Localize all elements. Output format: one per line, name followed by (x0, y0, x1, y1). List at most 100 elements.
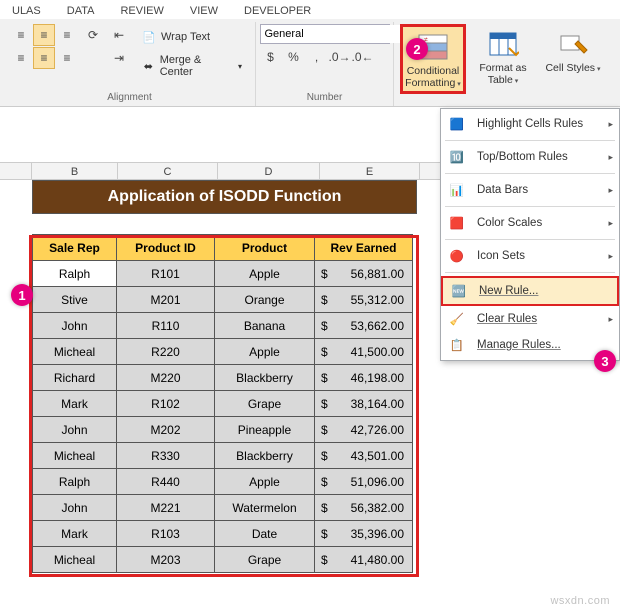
menu-highlight-cells-rules[interactable]: 🟦Highlight Cells Rules▸ (441, 111, 619, 137)
align-bottom-icon[interactable]: ≡ (56, 24, 78, 46)
cell-rep[interactable]: Mark (33, 521, 117, 547)
table-row[interactable]: JohnM202Pineapple$42,726.00 (33, 417, 413, 443)
menu-color-scales[interactable]: 🟥Color Scales▸ (441, 210, 619, 236)
cell-rep[interactable]: Stive (33, 287, 117, 313)
table-row[interactable]: MarkR102Grape$38,164.00 (33, 391, 413, 417)
cell-revenue[interactable]: $46,198.00 (315, 365, 413, 391)
menu-manage-rules[interactable]: 📋Manage Rules... (441, 332, 619, 358)
merge-center-button[interactable]: ⬌Merge & Center ▾ (134, 51, 249, 81)
cell-rep[interactable]: Micheal (33, 339, 117, 365)
cell-rep[interactable]: John (33, 417, 117, 443)
cell-rep[interactable]: Micheal (33, 443, 117, 469)
cell-product[interactable]: Blackberry (215, 365, 315, 391)
table-row[interactable]: RichardM220Blackberry$46,198.00 (33, 365, 413, 391)
ribbon: ≡ ≡ ≡ ≡ ≡ ≡ ⟳ ⇤ ⇥ 📄Wrap Text ⬌Merge & Ce… (0, 19, 620, 107)
cell-pid[interactable]: R102 (117, 391, 215, 417)
cell-pid[interactable]: R330 (117, 443, 215, 469)
cell-revenue[interactable]: $56,881.00 (315, 261, 413, 287)
cell-product[interactable]: Orange (215, 287, 315, 313)
cell-revenue[interactable]: $41,500.00 (315, 339, 413, 365)
cell-rep[interactable]: Micheal (33, 547, 117, 573)
align-left-icon[interactable]: ≡ (10, 47, 32, 69)
tab-developer[interactable]: DEVELOPER (240, 3, 315, 19)
cell-rep[interactable]: Ralph (33, 469, 117, 495)
cell-pid[interactable]: R103 (117, 521, 215, 547)
tab-formulas[interactable]: ULAS (8, 3, 45, 19)
wrap-text-button[interactable]: 📄Wrap Text (134, 26, 249, 48)
table-row[interactable]: JohnM221Watermelon$56,382.00 (33, 495, 413, 521)
table-row[interactable]: MichealR220Apple$41,500.00 (33, 339, 413, 365)
percent-format-icon[interactable]: % (283, 46, 305, 68)
conditional-formatting-button[interactable]: ≠ Conditional Formatting ▾ (400, 24, 466, 94)
cell-revenue[interactable]: $38,164.00 (315, 391, 413, 417)
cell-product[interactable]: Blackberry (215, 443, 315, 469)
cell-pid[interactable]: M221 (117, 495, 215, 521)
decrease-indent-icon[interactable]: ⇤ (108, 24, 130, 46)
tab-review[interactable]: REVIEW (116, 3, 167, 19)
cell-product[interactable]: Pineapple (215, 417, 315, 443)
table-row[interactable]: MarkR103Date$35,396.00 (33, 521, 413, 547)
increase-decimal-icon[interactable]: .0→ (329, 46, 351, 68)
table-row[interactable]: RalphR440Apple$51,096.00 (33, 469, 413, 495)
cell-pid[interactable]: M202 (117, 417, 215, 443)
format-as-table-button[interactable]: Format as Table ▾ (470, 24, 536, 88)
cell-revenue[interactable]: $41,480.00 (315, 547, 413, 573)
cell-product[interactable]: Watermelon (215, 495, 315, 521)
cell-product[interactable]: Banana (215, 313, 315, 339)
cell-product[interactable]: Apple (215, 339, 315, 365)
table-row[interactable]: MichealR330Blackberry$43,501.00 (33, 443, 413, 469)
cell-rep[interactable]: Mark (33, 391, 117, 417)
cell-pid[interactable]: R101 (117, 261, 215, 287)
cell-pid[interactable]: M203 (117, 547, 215, 573)
table-row[interactable]: MichealM203Grape$41,480.00 (33, 547, 413, 573)
cell-revenue[interactable]: $42,726.00 (315, 417, 413, 443)
align-right-icon[interactable]: ≡ (56, 47, 78, 69)
accounting-format-icon[interactable]: $ (260, 46, 282, 68)
cell-pid[interactable]: M220 (117, 365, 215, 391)
cell-revenue[interactable]: $56,382.00 (315, 495, 413, 521)
align-middle-icon[interactable]: ≡ (33, 24, 55, 46)
cell-revenue[interactable]: $53,662.00 (315, 313, 413, 339)
cell-rep[interactable]: Ralph (33, 261, 117, 287)
cell-pid[interactable]: R110 (117, 313, 215, 339)
cell-rep[interactable]: John (33, 495, 117, 521)
cell-pid[interactable]: M201 (117, 287, 215, 313)
align-top-icon[interactable]: ≡ (10, 24, 32, 46)
col-b[interactable]: B (32, 163, 118, 179)
comma-format-icon[interactable]: , (306, 46, 328, 68)
table-row[interactable]: StiveM201Orange$55,312.00 (33, 287, 413, 313)
cell-styles-button[interactable]: Cell Styles ▾ (540, 24, 606, 76)
cell-revenue[interactable]: $35,396.00 (315, 521, 413, 547)
table-row[interactable]: RalphR101Apple$56,881.00 (33, 261, 413, 287)
tab-data[interactable]: DATA (63, 3, 99, 19)
cell-product[interactable]: Apple (215, 469, 315, 495)
cell-pid[interactable]: R220 (117, 339, 215, 365)
cell-revenue[interactable]: $55,312.00 (315, 287, 413, 313)
cell-product[interactable]: Date (215, 521, 315, 547)
align-center-icon[interactable]: ≡ (33, 47, 55, 69)
number-format-input[interactable] (261, 25, 411, 43)
cell-pid[interactable]: R440 (117, 469, 215, 495)
cell-revenue[interactable]: $43,501.00 (315, 443, 413, 469)
menu-clear-rules[interactable]: 🧹Clear Rules▸ (441, 306, 619, 332)
col-e[interactable]: E (320, 163, 420, 179)
cell-product[interactable]: Apple (215, 261, 315, 287)
menu-data-bars[interactable]: 📊Data Bars▸ (441, 177, 619, 203)
orientation-icon[interactable]: ⟳ (82, 24, 104, 46)
cell-rep[interactable]: John (33, 313, 117, 339)
menu-icon-sets[interactable]: 🔴Icon Sets▸ (441, 243, 619, 269)
decrease-decimal-icon[interactable]: .0← (352, 46, 374, 68)
cell-product[interactable]: Grape (215, 547, 315, 573)
tab-view[interactable]: VIEW (186, 3, 222, 19)
menu-top-bottom-rules[interactable]: 🔟Top/Bottom Rules▸ (441, 144, 619, 170)
table-row[interactable]: JohnR110Banana$53,662.00 (33, 313, 413, 339)
increase-indent-icon[interactable]: ⇥ (108, 47, 130, 69)
cell-revenue[interactable]: $51,096.00 (315, 469, 413, 495)
cell-product[interactable]: Grape (215, 391, 315, 417)
number-format-dropdown[interactable]: ▾ (260, 24, 390, 44)
menu-new-rule[interactable]: 🆕New Rule... (441, 276, 619, 306)
top-bottom-icon: 🔟 (447, 148, 467, 166)
col-d[interactable]: D (218, 163, 320, 179)
cell-rep[interactable]: Richard (33, 365, 117, 391)
col-c[interactable]: C (118, 163, 218, 179)
